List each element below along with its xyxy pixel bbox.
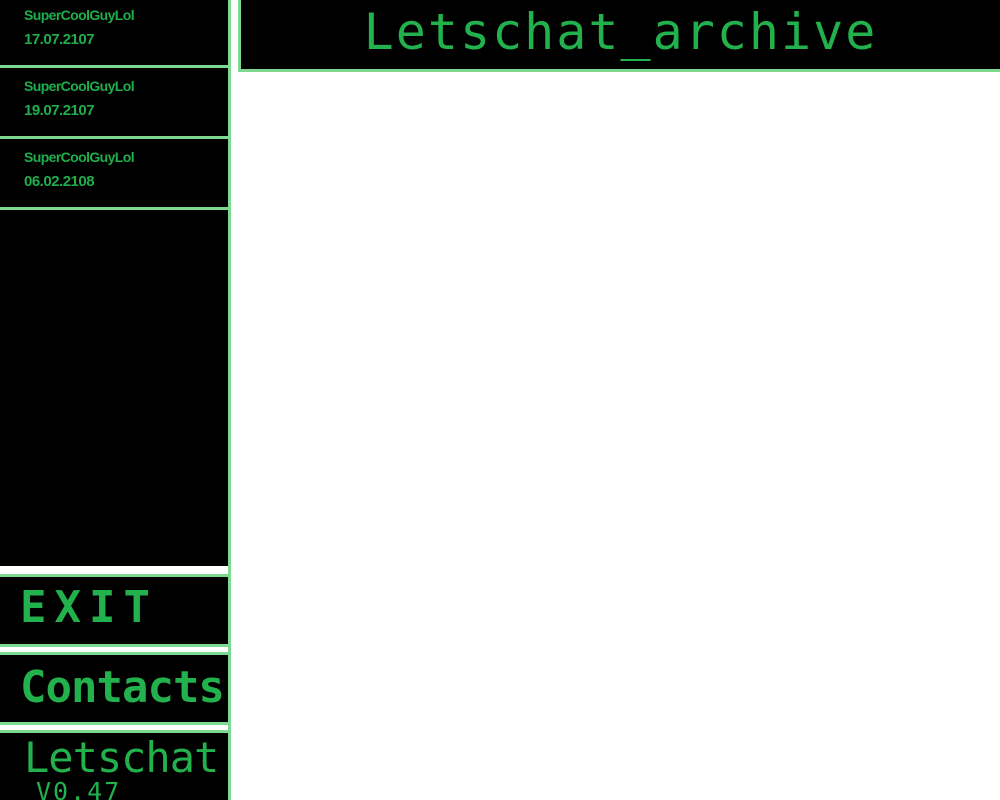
exit-button-label: EXIT — [20, 582, 158, 633]
page-title: Letschat_archive — [363, 3, 878, 61]
chat-view-area — [238, 74, 1000, 800]
chat-archive-list: SuperCoolGuyLol 17.07.2107 SuperCoolGuyL… — [0, 0, 228, 566]
chat-contact-name: SuperCoolGuyLol — [24, 149, 135, 165]
chat-date: 19.07.2107 — [24, 102, 95, 119]
header-bar: Letschat_archive — [238, 0, 1000, 72]
chat-archive-item[interactable]: SuperCoolGuyLol 19.07.2107 — [0, 71, 228, 139]
app-name: Letschat — [24, 733, 219, 782]
chat-archive-item[interactable]: SuperCoolGuyLol 06.02.2108 — [0, 142, 228, 210]
app-window: SuperCoolGuyLol 17.07.2107 SuperCoolGuyL… — [0, 0, 1000, 800]
chat-archive-item[interactable]: SuperCoolGuyLol 17.07.2107 — [0, 0, 228, 68]
chat-contact-name: SuperCoolGuyLol — [24, 7, 135, 23]
sidebar: SuperCoolGuyLol 17.07.2107 SuperCoolGuyL… — [0, 0, 231, 800]
app-version: V0.47 — [36, 777, 122, 800]
chat-date: 06.02.2108 — [24, 173, 95, 190]
sidebar-divider — [228, 0, 231, 800]
chat-contact-name: SuperCoolGuyLol — [24, 78, 135, 94]
chat-date: 17.07.2107 — [24, 31, 95, 48]
app-brand: Letschat V0.47 — [0, 730, 228, 800]
contacts-button[interactable]: Contacts — [0, 652, 228, 725]
exit-button[interactable]: EXIT — [0, 574, 228, 647]
contacts-button-label: Contacts — [20, 662, 225, 713]
